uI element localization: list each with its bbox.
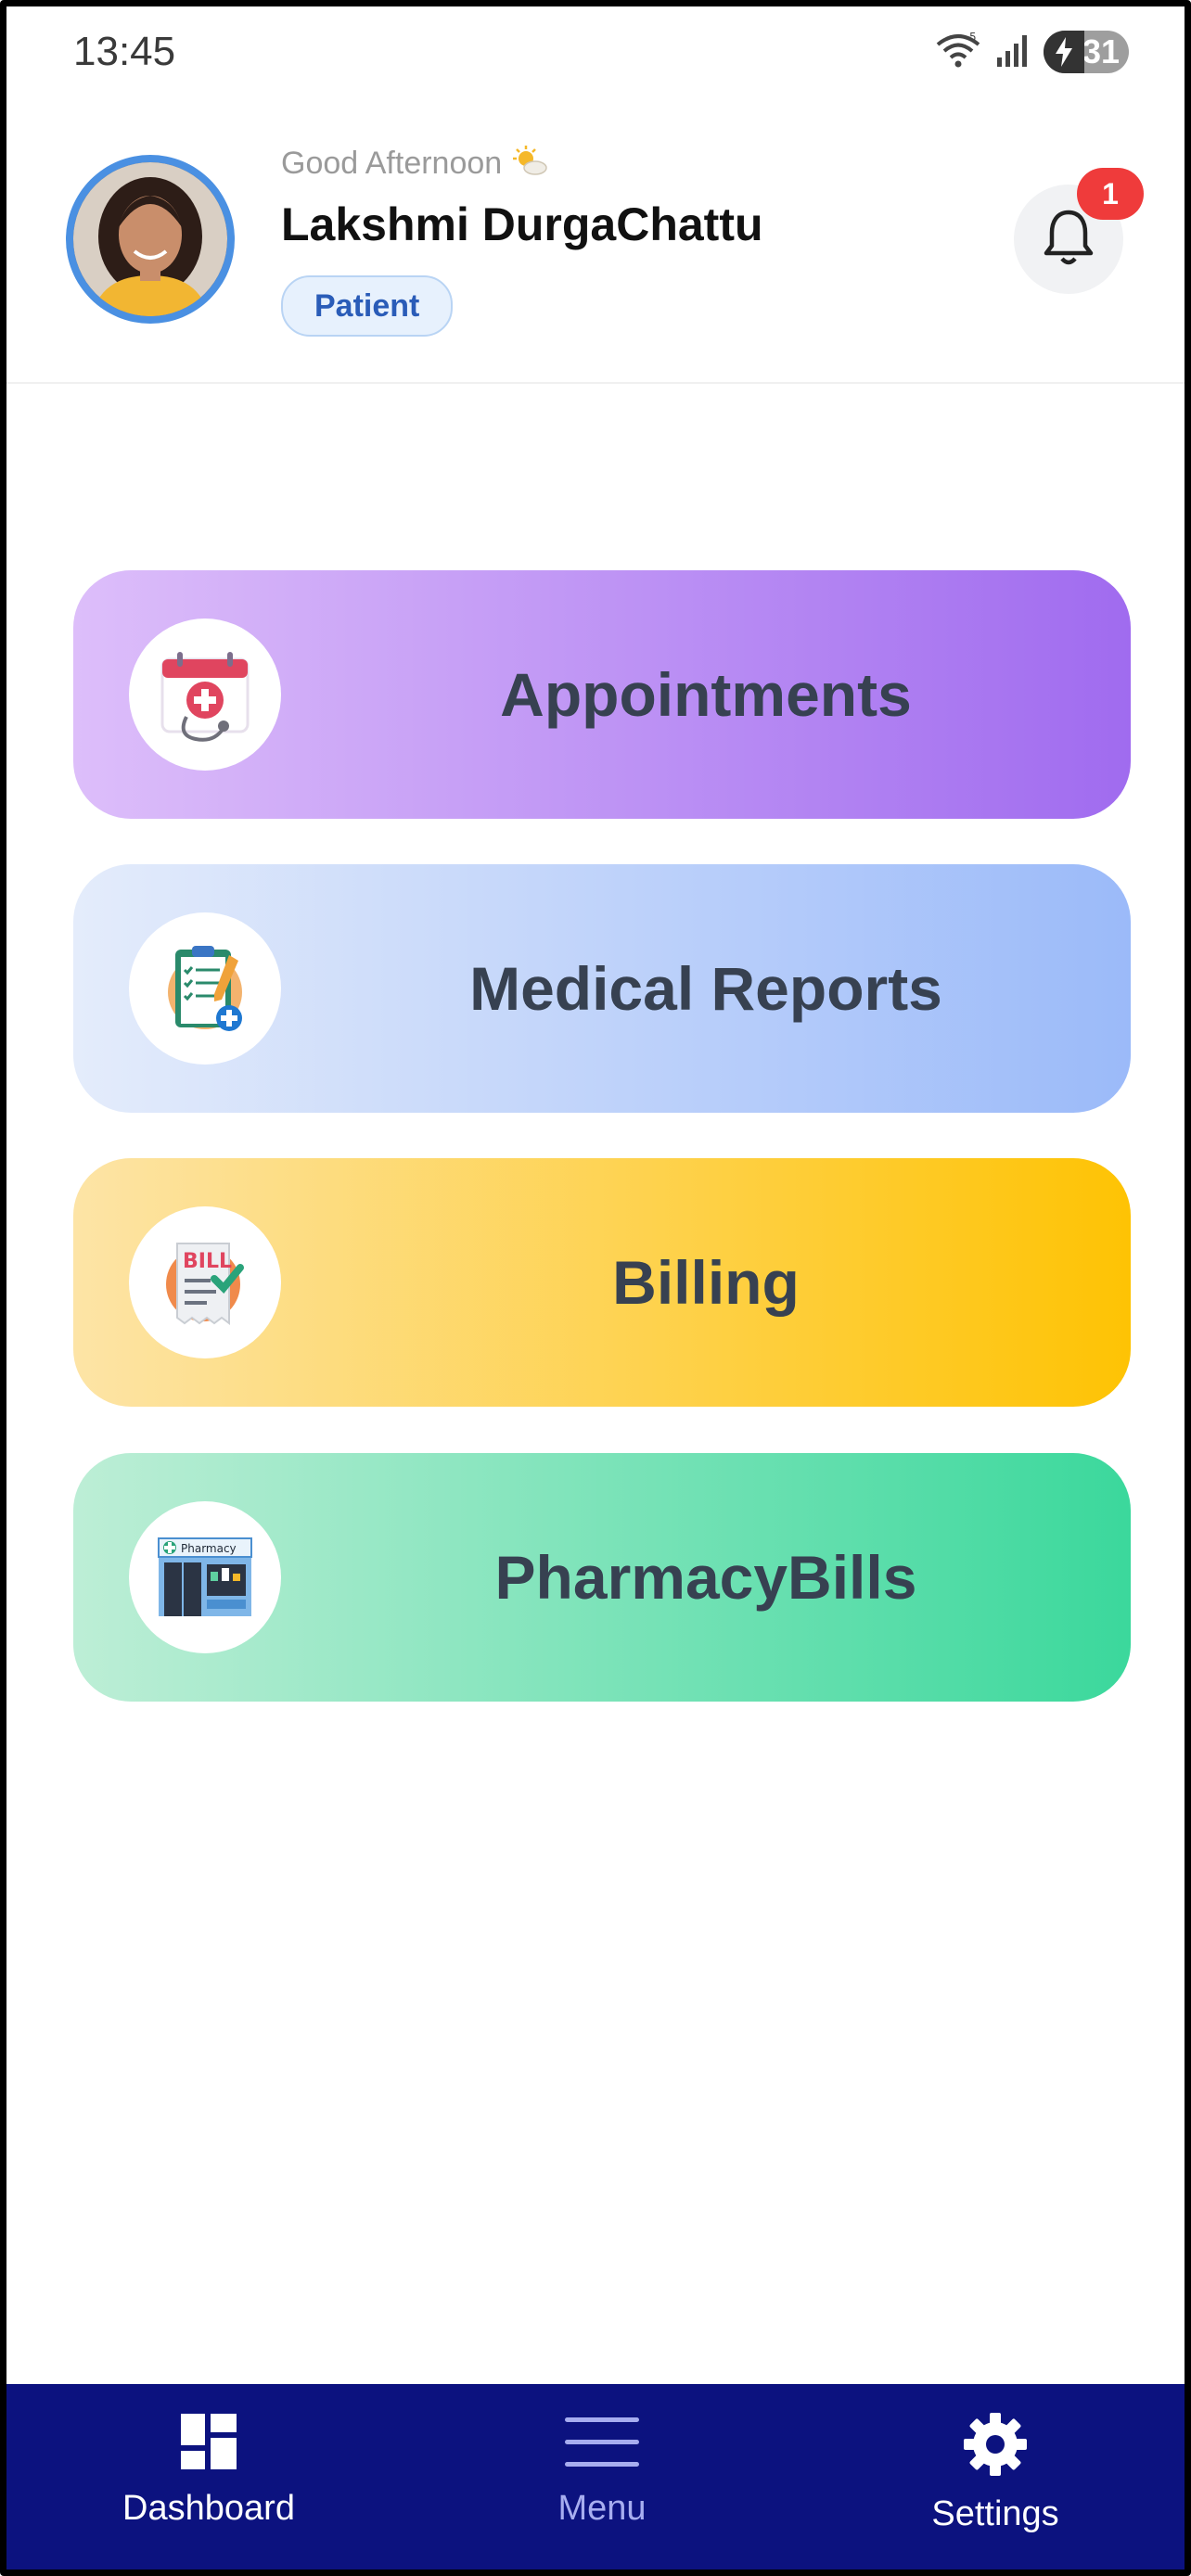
- dashboard-icon: [179, 2412, 238, 2476]
- bell-icon: [1041, 207, 1096, 273]
- gear-icon: [963, 2412, 1028, 2481]
- role-badge: Patient: [281, 275, 454, 337]
- appointments-card[interactable]: Appointments: [73, 570, 1131, 819]
- svg-text:BILL: BILL: [183, 1250, 232, 1273]
- user-name: Lakshmi DurgaChattu: [281, 198, 763, 250]
- status-icons: 5 31: [934, 31, 1129, 73]
- pharmacy-bills-card[interactable]: Pharmacy PharmacyBills: [73, 1453, 1131, 1702]
- nav-menu-label: Menu: [557, 2489, 647, 2528]
- nav-settings-label: Settings: [931, 2494, 1059, 2533]
- svg-text:5: 5: [969, 32, 977, 44]
- avatar-photo: [73, 162, 227, 316]
- status-time: 13:45: [73, 29, 176, 74]
- nav-settings[interactable]: Settings: [875, 2412, 1116, 2551]
- menu-icon: [563, 2412, 641, 2476]
- profile-header: Good Afternoon Lakshmi DurgaChattu Patie…: [6, 136, 1185, 377]
- notification-badge: 1: [1077, 168, 1144, 220]
- battery-level: 31: [1082, 32, 1120, 70]
- nav-menu[interactable]: Menu: [481, 2412, 723, 2551]
- greeting-label: Good Afternoon: [281, 146, 503, 181]
- sun-cloud-icon: [511, 146, 548, 181]
- bill-icon: BILL: [129, 1206, 281, 1358]
- status-bar: 13:45 5 31: [6, 6, 1185, 99]
- svg-text:Pharmacy: Pharmacy: [181, 1542, 237, 1555]
- card-label: PharmacyBills: [494, 1543, 917, 1612]
- card-label: Appointments: [500, 660, 912, 729]
- nav-dashboard-label: Dashboard: [122, 2489, 295, 2528]
- nav-dashboard[interactable]: Dashboard: [88, 2412, 329, 2551]
- billing-card[interactable]: BILL Billing: [73, 1158, 1131, 1407]
- card-label: Medical Reports: [469, 954, 942, 1023]
- card-label: Billing: [612, 1248, 800, 1317]
- header-divider: [6, 382, 1185, 384]
- avatar[interactable]: [66, 155, 235, 324]
- bottom-navigation: Dashboard Menu Settings: [6, 2384, 1185, 2570]
- clipboard-report-icon: [129, 912, 281, 1065]
- pharmacy-store-icon: Pharmacy: [129, 1501, 281, 1653]
- signal-icon: [995, 32, 1031, 73]
- calendar-stethoscope-icon: [129, 618, 281, 771]
- notification-button[interactable]: 1: [1014, 168, 1144, 294]
- charging-icon: [1044, 31, 1084, 73]
- greeting-text: Good Afternoon: [281, 146, 548, 182]
- medical-reports-card[interactable]: Medical Reports: [73, 864, 1131, 1113]
- battery-indicator: 31: [1044, 31, 1129, 73]
- wifi-icon: 5: [934, 31, 982, 73]
- app-frame: 13:45 5 31 Good Afternoon Lakshmi DurgaC…: [0, 0, 1191, 2576]
